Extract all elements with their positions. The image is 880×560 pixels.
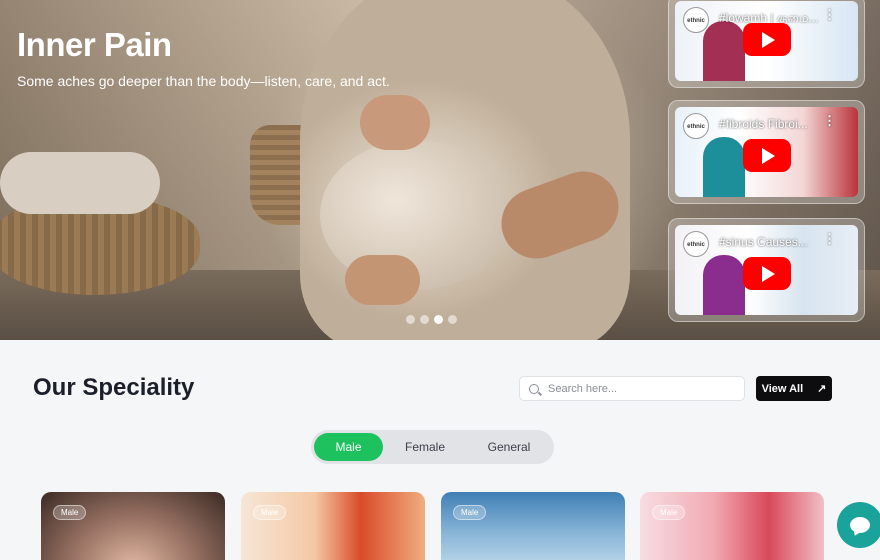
speciality-card-4[interactable]: Male (640, 492, 824, 560)
channel-logo: ethnic (683, 113, 709, 139)
hero-upper-hand-image (360, 95, 430, 150)
video-thumbnail[interactable]: ethnic #sinus Causes... ⋮ (675, 225, 858, 315)
search-input[interactable] (548, 382, 728, 395)
video-card-1[interactable]: ethnic #lowamh | குமை... ⋮ (668, 0, 865, 88)
youtube-play-icon[interactable] (743, 257, 791, 290)
video-thumbnail[interactable]: ethnic #fibroids Fibroi... ⋮ (675, 107, 858, 197)
youtube-play-icon[interactable] (743, 23, 791, 56)
category-badge: Male (53, 505, 87, 520)
carousel-dot-3-active[interactable] (434, 315, 443, 324)
view-all-label: View All (761, 382, 804, 395)
category-badge: Male (253, 505, 287, 520)
video-presenter-image (703, 137, 745, 197)
speciality-card-3[interactable]: Male (441, 492, 625, 560)
carousel-dots (406, 315, 457, 324)
speciality-card-1[interactable]: Male (41, 492, 225, 560)
tab-general[interactable]: General (467, 433, 551, 461)
channel-logo: ethnic (683, 231, 709, 257)
category-badge: Male (652, 505, 686, 520)
tab-female[interactable]: Female (383, 433, 467, 461)
speciality-card-2[interactable]: Male (241, 492, 425, 560)
hero-lower-hand-image (345, 255, 420, 305)
search-icon (529, 383, 539, 394)
hero-pillow-image (0, 152, 160, 214)
more-options-icon[interactable]: ⋮ (823, 113, 836, 129)
more-options-icon[interactable]: ⋮ (823, 7, 836, 23)
carousel-dot-2[interactable] (420, 315, 429, 324)
carousel-dot-4[interactable] (448, 315, 457, 324)
chat-button[interactable] (837, 502, 880, 548)
view-all-button[interactable]: View All ↗ (756, 376, 832, 401)
hero-subtitle: Some aches go deeper than the body—liste… (17, 73, 390, 89)
youtube-play-icon[interactable] (743, 139, 791, 172)
more-options-icon[interactable]: ⋮ (823, 231, 836, 247)
arrow-up-right-icon: ↗ (817, 383, 827, 395)
tab-male[interactable]: Male (314, 433, 383, 461)
video-card-2[interactable]: ethnic #fibroids Fibroi... ⋮ (668, 100, 865, 204)
channel-logo: ethnic (683, 7, 709, 33)
video-presenter-image (703, 21, 745, 81)
video-title[interactable]: #fibroids Fibroi... (719, 117, 808, 131)
search-bar[interactable] (519, 376, 745, 401)
section-title: Our Speciality (33, 374, 195, 401)
video-title[interactable]: #sinus Causes... (719, 235, 808, 249)
category-badge: Male (453, 505, 487, 520)
video-presenter-image (703, 255, 745, 315)
video-card-3[interactable]: ethnic #sinus Causes... ⋮ (668, 218, 865, 322)
carousel-dot-1[interactable] (406, 315, 415, 324)
hero-title: Inner Pain (17, 26, 172, 63)
chat-icon (850, 517, 870, 533)
speciality-tabs: Male Female General (311, 430, 554, 464)
video-thumbnail[interactable]: ethnic #lowamh | குமை... ⋮ (675, 1, 858, 81)
